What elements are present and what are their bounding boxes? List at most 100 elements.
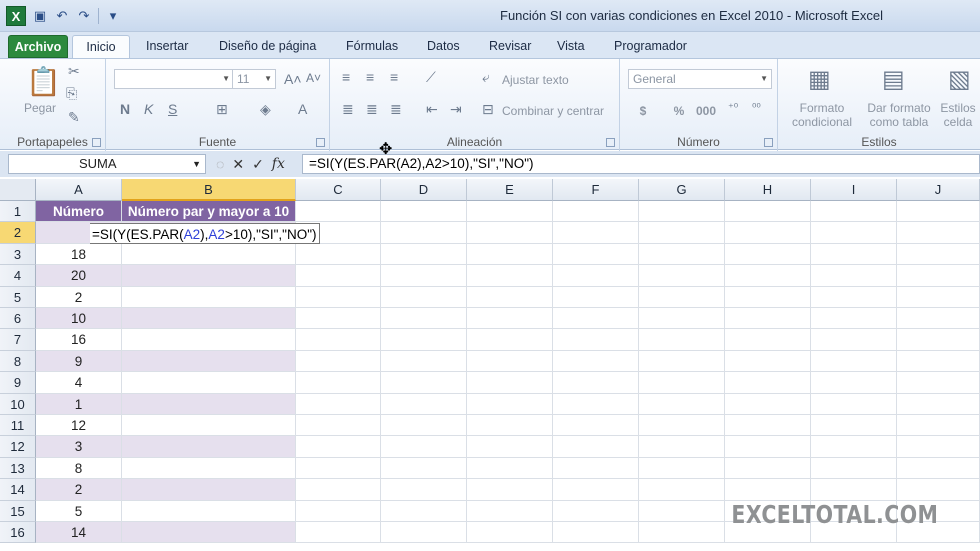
cell[interactable]: [467, 222, 553, 244]
cell[interactable]: [553, 500, 639, 522]
cell[interactable]: [553, 522, 639, 544]
cell[interactable]: [897, 265, 980, 287]
cell[interactable]: [811, 329, 897, 351]
row-header[interactable]: 13: [0, 457, 36, 480]
cell[interactable]: [897, 286, 980, 308]
cell[interactable]: [381, 457, 467, 480]
cell[interactable]: [467, 265, 553, 287]
cell[interactable]: [639, 372, 725, 394]
cell[interactable]: 8: [36, 457, 122, 480]
column-header-g[interactable]: G: [639, 179, 725, 201]
paste-icon[interactable]: 📋: [26, 65, 61, 98]
tab-diseno-pagina[interactable]: Diseño de página: [219, 35, 316, 58]
thousands-button[interactable]: 000: [694, 104, 718, 118]
cell[interactable]: [381, 479, 467, 501]
column-header-j[interactable]: J: [897, 179, 980, 201]
cell-styles-button[interactable]: Estilos celda: [936, 101, 980, 129]
cell[interactable]: 5: [36, 500, 122, 522]
format-painter-icon[interactable]: ✎: [68, 109, 80, 126]
cell[interactable]: [381, 201, 467, 223]
cell[interactable]: [122, 286, 296, 308]
cell[interactable]: [122, 350, 296, 373]
formula-input[interactable]: =SI(Y(ES.PAR(A2),A2>10),"SI","NO"): [302, 154, 980, 174]
cell[interactable]: [811, 265, 897, 287]
row-header[interactable]: 16: [0, 522, 36, 544]
cell[interactable]: 20: [36, 265, 122, 287]
tab-inicio[interactable]: Inicio: [72, 35, 130, 58]
cell[interactable]: [553, 308, 639, 330]
cell[interactable]: [725, 393, 811, 415]
copy-icon[interactable]: ⎘: [66, 85, 77, 102]
cell[interactable]: [553, 479, 639, 501]
cell[interactable]: [381, 308, 467, 330]
name-box[interactable]: SUMA ▼: [8, 154, 206, 174]
cell[interactable]: [639, 265, 725, 287]
wrap-text-button[interactable]: Ajustar texto: [502, 73, 582, 87]
cell[interactable]: [381, 286, 467, 308]
cell[interactable]: 18: [36, 243, 122, 266]
fill-color-icon[interactable]: ◈: [260, 101, 271, 118]
cell[interactable]: [897, 479, 980, 501]
cell[interactable]: [639, 500, 725, 522]
cell[interactable]: [467, 201, 553, 223]
cell[interactable]: [296, 243, 381, 266]
increase-indent-icon[interactable]: ⇥: [450, 101, 462, 118]
cell[interactable]: [639, 308, 725, 330]
in-cell-formula-editor[interactable]: =SI(Y(ES.PAR(A2),A2>10),"SI","NO"): [90, 223, 320, 244]
cell[interactable]: [725, 350, 811, 373]
paste-button[interactable]: Pegar: [14, 101, 66, 115]
cell[interactable]: [553, 201, 639, 223]
cell[interactable]: [553, 243, 639, 266]
cell[interactable]: [553, 372, 639, 394]
cell[interactable]: [897, 372, 980, 394]
cell[interactable]: [725, 479, 811, 501]
select-all-corner[interactable]: [0, 179, 36, 201]
cell[interactable]: [467, 436, 553, 458]
cell[interactable]: [122, 308, 296, 330]
cell[interactable]: 1: [36, 393, 122, 415]
cell[interactable]: [553, 436, 639, 458]
header-cell-a1[interactable]: Número: [36, 201, 122, 223]
cell[interactable]: [897, 436, 980, 458]
align-bottom-icon[interactable]: ≡: [390, 69, 398, 85]
conditional-format-icon[interactable]: ▦: [808, 65, 831, 94]
cell[interactable]: [122, 329, 296, 351]
align-left-icon[interactable]: ≣: [342, 101, 354, 118]
cell[interactable]: [296, 372, 381, 394]
cell[interactable]: [467, 393, 553, 415]
row-header[interactable]: 10: [0, 393, 36, 415]
cell[interactable]: 2: [36, 479, 122, 501]
row-header[interactable]: 4: [0, 265, 36, 287]
cell[interactable]: [296, 457, 381, 480]
enter-icon[interactable]: ✓: [252, 156, 264, 173]
cell[interactable]: [897, 308, 980, 330]
cell[interactable]: [467, 308, 553, 330]
row-header[interactable]: 14: [0, 479, 36, 501]
cell[interactable]: [467, 457, 553, 480]
cell[interactable]: 9: [36, 350, 122, 373]
grow-font-icon[interactable]: A˄: [284, 71, 302, 87]
cell[interactable]: [553, 265, 639, 287]
cell[interactable]: [296, 522, 381, 544]
cell[interactable]: [639, 522, 725, 544]
cell[interactable]: [897, 457, 980, 480]
cell[interactable]: [296, 286, 381, 308]
cell[interactable]: [122, 243, 296, 266]
tab-vista[interactable]: Vista: [557, 35, 585, 58]
cell[interactable]: [639, 201, 725, 223]
wrap-text-icon[interactable]: ⤶: [482, 69, 490, 86]
cell[interactable]: [897, 222, 980, 244]
cell[interactable]: [467, 479, 553, 501]
cell[interactable]: [897, 243, 980, 266]
tab-datos[interactable]: Datos: [427, 35, 460, 58]
font-name-combo[interactable]: ▼: [114, 69, 234, 89]
row-header[interactable]: 6: [0, 308, 36, 330]
cell[interactable]: [639, 415, 725, 437]
cell[interactable]: [811, 222, 897, 244]
header-cell-b1[interactable]: Número par y mayor a 10: [122, 201, 296, 223]
row-header[interactable]: 5: [0, 286, 36, 308]
column-header-a[interactable]: A: [36, 179, 122, 201]
expand-icon[interactable]: ◌: [216, 156, 224, 172]
cell[interactable]: [897, 415, 980, 437]
column-header-c[interactable]: C: [296, 179, 381, 201]
